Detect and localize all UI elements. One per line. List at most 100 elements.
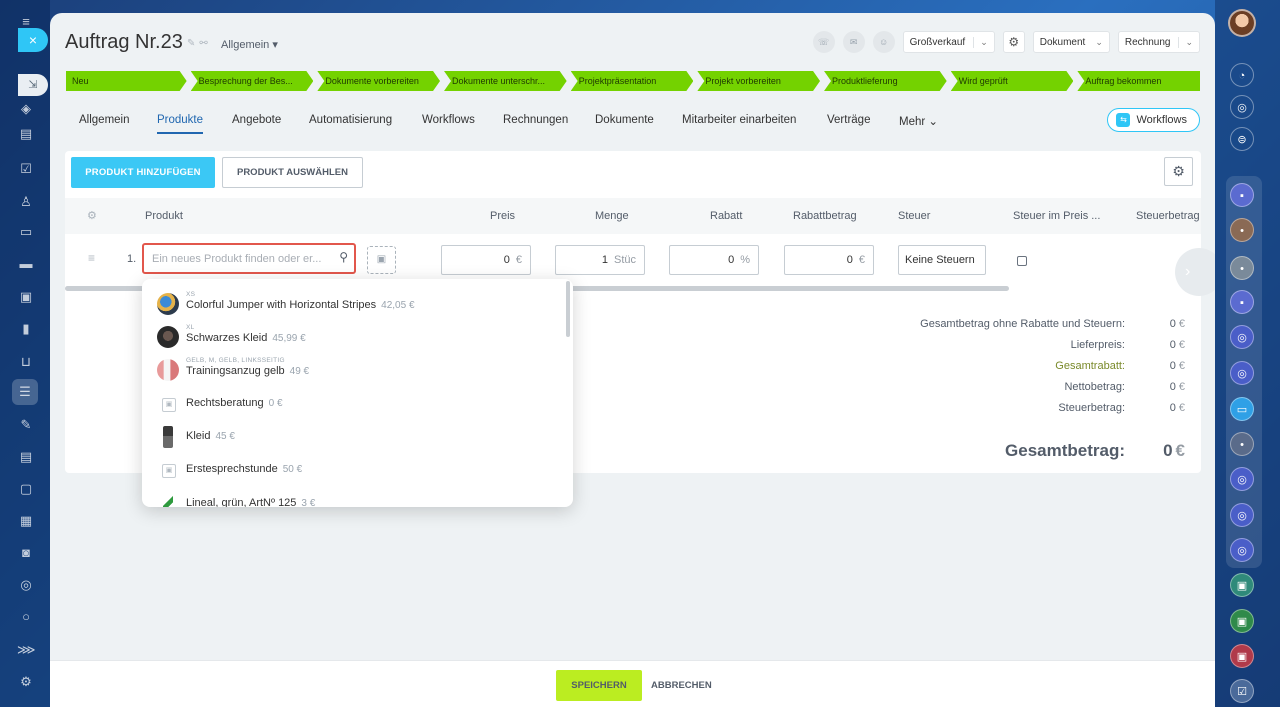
calendar-icon[interactable]: ▦ [17, 512, 35, 530]
stage-item[interactable]: Dokumente vorbereiten [317, 71, 440, 91]
dropdown-scrollbar[interactable] [566, 281, 570, 337]
list-item[interactable]: ▣ Rechtsberatung 0 € [157, 387, 557, 420]
stage-item[interactable]: Besprechung der Bes... [191, 71, 314, 91]
box-icon[interactable]: ▢ [17, 480, 35, 498]
checklist-icon[interactable]: ☑ [1230, 679, 1254, 703]
stage-item[interactable]: Dokumente unterschr... [444, 71, 567, 91]
total-value: 0 € [1170, 318, 1185, 330]
total-label[interactable]: Gesamtrabatt: [1055, 360, 1125, 372]
total-value: 0 € [1170, 339, 1185, 351]
tab-allgemein[interactable]: Allgemein [79, 114, 130, 126]
task-icon[interactable]: ☑ [17, 160, 35, 178]
drag-handle-icon[interactable]: ≡ [88, 251, 95, 265]
chat-bubble-icon[interactable]: ☺ [872, 31, 895, 53]
workflows-button[interactable]: ⇆ Workflows [1107, 108, 1200, 132]
tab-mitarbeiter-einarbeiten[interactable]: Mitarbeiter einarbeiten [682, 114, 796, 126]
analytics-icon[interactable]: ▮ [17, 320, 35, 338]
product-search-input[interactable] [152, 251, 327, 267]
list-item[interactable]: XL Schwarzes Kleid 45,99 € [157, 320, 557, 353]
document-select[interactable]: Dokument ⌄ [1032, 31, 1110, 53]
chat-avatar-5[interactable]: ◎ [1230, 325, 1254, 349]
list-item[interactable]: XS Colorful Jumper with Horizontal Strip… [157, 287, 557, 320]
list-item[interactable]: ▣ Erstesprechstunde 50 € [157, 453, 557, 486]
discount-amount-input[interactable]: 0 € [784, 245, 874, 275]
tab-angebote[interactable]: Angebote [232, 114, 281, 126]
mail-icon[interactable]: ✉ [842, 31, 865, 53]
chat-avatar-6[interactable]: ◎ [1230, 361, 1254, 385]
quantity-input[interactable]: 1 Stüc [555, 245, 645, 275]
list-item[interactable]: GELB, M, GELB, LINKSSEITIG Trainingsanzu… [157, 353, 557, 386]
close-slider-button[interactable]: × [18, 28, 48, 52]
tab-automatisierung[interactable]: Automatisierung [309, 114, 392, 126]
tax-select[interactable]: Keine Steuern [898, 245, 986, 275]
tab-rechnungen[interactable]: Rechnungen [503, 114, 568, 126]
chat-avatar-3[interactable]: • [1230, 256, 1254, 280]
discount-input[interactable]: 0% [669, 245, 759, 275]
deal-type-select[interactable]: Großverkauf ⌄ [902, 31, 995, 53]
chat-avatar-2[interactable]: • [1230, 218, 1254, 242]
cancel-button[interactable]: ABBRECHEN [651, 670, 712, 701]
search-icon[interactable]: ⚲ [339, 250, 348, 264]
stage-item[interactable]: Wird geprüft [951, 71, 1074, 91]
price-input[interactable]: 0 € [441, 245, 531, 275]
invoice-select[interactable]: Rechnung ⌄ [1117, 31, 1200, 53]
chat-avatar-10[interactable]: ◎ [1230, 503, 1254, 527]
feed-icon[interactable]: ◈ [17, 100, 35, 118]
notifications-icon[interactable]: ◔ [1230, 63, 1254, 87]
scroll-right-arrow-icon[interactable]: › [1175, 248, 1215, 296]
sites-icon[interactable]: ○ [17, 608, 35, 626]
stage-item[interactable]: Neu [66, 71, 187, 91]
minimize-slider-button[interactable]: ⇲ [18, 74, 48, 96]
choose-product-button[interactable]: PRODUKT AUSWÄHLEN [222, 157, 363, 188]
save-button[interactable]: SPEICHERN [556, 670, 642, 701]
list-item[interactable]: Kleid 45 € [157, 420, 557, 453]
chat-avatar-11[interactable]: ◎ [1230, 538, 1254, 562]
chat-avatar-8[interactable]: • [1230, 432, 1254, 456]
stage-item[interactable]: Projektpräsentation [571, 71, 694, 91]
target-icon[interactable]: ◎ [17, 576, 35, 594]
chat-icon[interactable]: ⊜ [1230, 127, 1254, 151]
contacts-icon[interactable]: ♙ [17, 193, 35, 211]
product-settings-button[interactable]: ⚙ [1164, 157, 1193, 186]
lock-icon[interactable]: ▣ [1230, 573, 1254, 597]
chat-avatar-4[interactable]: ▪ [1230, 290, 1254, 314]
total-label: Gesamtbetrag ohne Rabatte und Steuern: [920, 318, 1125, 330]
image-placeholder-icon[interactable]: ▣ [367, 246, 396, 274]
column-settings-icon[interactable]: ⚙ [87, 209, 97, 222]
monitor-icon[interactable]: ▣ [17, 288, 35, 306]
lock-icon-red[interactable]: ▣ [1230, 644, 1254, 668]
header-settings-button[interactable]: ⚙ [1002, 31, 1025, 53]
stage-item[interactable]: Produktlieferung [824, 71, 947, 91]
edit-icon[interactable]: ✎ [17, 416, 35, 434]
list-item[interactable]: Lineal, grün, ArtNº 125 3 € [157, 487, 557, 507]
files-icon[interactable]: ▭ [17, 223, 35, 241]
stage-item[interactable]: Auftrag bekommen [1077, 71, 1201, 91]
market-icon[interactable]: ⋙ [17, 641, 36, 659]
chat-avatar-7[interactable]: ▭ [1230, 397, 1254, 421]
table-row: ≡ 1. ⚲ ▣ 0€ 1Stüc 0% 0€ Keine Steuern › [65, 234, 1215, 296]
chat-avatar-9[interactable]: ◎ [1230, 467, 1254, 491]
tab-produkte[interactable]: Produkte [157, 114, 204, 134]
card-icon[interactable]: ▬ [17, 255, 35, 273]
tax-included-checkbox[interactable] [1017, 256, 1027, 266]
cart-icon[interactable]: ⊔ [17, 353, 35, 371]
tab-more[interactable]: Mehr ⌄ [899, 114, 938, 128]
product-search-field[interactable]: ⚲ [142, 243, 356, 274]
tab-workflows[interactable]: Workflows [422, 114, 475, 126]
copilot-icon[interactable]: ◎ [1230, 95, 1254, 119]
robot-icon[interactable]: ◙ [17, 544, 35, 562]
crm-icon[interactable]: ☰ [12, 379, 38, 405]
tab-vertraege[interactable]: Verträge [827, 114, 870, 126]
category-selector[interactable]: Allgemein ▾ [221, 38, 278, 51]
title-edit-link-icons[interactable]: ✎⚯ [187, 38, 212, 49]
document-icon[interactable]: ▤ [17, 125, 35, 143]
stage-item[interactable]: Projekt vorbereiten [697, 71, 820, 91]
tab-dokumente[interactable]: Dokumente [595, 114, 654, 126]
chat-avatar-1[interactable]: ▪ [1230, 183, 1254, 207]
settings-icon[interactable]: ⚙ [17, 673, 35, 691]
add-product-button[interactable]: PRODUKT HINZUFÜGEN [71, 157, 215, 188]
phone-icon[interactable]: ☏ [812, 31, 835, 53]
list-icon[interactable]: ▤ [17, 448, 35, 466]
lock-icon-green[interactable]: ▣ [1230, 609, 1254, 633]
user-avatar[interactable] [1228, 9, 1256, 37]
